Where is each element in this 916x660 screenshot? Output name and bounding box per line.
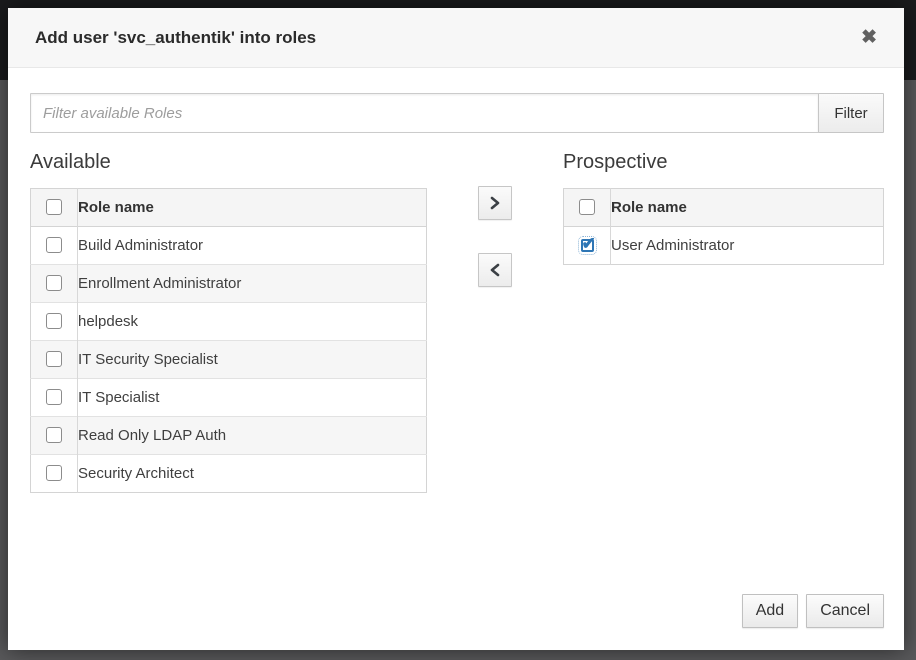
move-left-button[interactable] xyxy=(478,253,512,287)
role-checkbox-cell xyxy=(31,265,78,303)
available-roles-table: Role name Build AdministratorEnrollment … xyxy=(30,188,427,493)
role-checkbox[interactable] xyxy=(46,275,62,291)
prospective-heading: Prospective xyxy=(563,149,884,176)
role-row: User Administrator xyxy=(564,227,884,265)
role-checkbox[interactable] xyxy=(46,237,62,253)
table-header-row: Role name xyxy=(564,189,884,227)
close-icon[interactable]: ✖ xyxy=(861,28,877,47)
available-heading: Available xyxy=(30,149,427,176)
role-checkbox[interactable] xyxy=(46,465,62,481)
role-name: Build Administrator xyxy=(78,227,427,265)
role-name: Read Only LDAP Auth xyxy=(78,417,427,455)
dual-list-columns: Available Role name Build AdministratorE… xyxy=(30,149,884,493)
role-checkbox-cell xyxy=(31,303,78,341)
modal-footer: Add Cancel xyxy=(742,594,884,628)
role-name: IT Security Specialist xyxy=(78,341,427,379)
transfer-controls xyxy=(427,149,563,493)
role-name: IT Specialist xyxy=(78,379,427,417)
modal-title: Add user 'svc_authentik' into roles xyxy=(35,28,316,48)
select-all-checkbox[interactable] xyxy=(579,199,595,215)
cancel-button[interactable]: Cancel xyxy=(806,594,884,628)
role-checkbox-cell xyxy=(31,341,78,379)
modal-body: Filter Available Role name Build Adminis… xyxy=(8,68,904,650)
table-header-row: Role name xyxy=(31,189,427,227)
role-checkbox[interactable] xyxy=(46,351,62,367)
role-row: helpdesk xyxy=(31,303,427,341)
role-name: Enrollment Administrator xyxy=(78,265,427,303)
move-right-button[interactable] xyxy=(478,186,512,220)
role-row: IT Specialist xyxy=(31,379,427,417)
role-checkbox-cell xyxy=(31,417,78,455)
role-checkbox-cell xyxy=(564,227,611,265)
role-name: Security Architect xyxy=(78,455,427,493)
role-row: Read Only LDAP Auth xyxy=(31,417,427,455)
chevron-left-icon xyxy=(489,263,501,277)
header-checkbox-cell xyxy=(31,189,78,227)
role-name: User Administrator xyxy=(611,227,884,265)
role-checkbox[interactable] xyxy=(46,389,62,405)
add-roles-modal: Add user 'svc_authentik' into roles ✖ Fi… xyxy=(8,8,904,650)
role-checkbox-checked[interactable] xyxy=(581,239,594,252)
role-checkbox[interactable] xyxy=(46,313,62,329)
prospective-column: Prospective Role name User Administrator xyxy=(563,149,884,493)
role-name: helpdesk xyxy=(78,303,427,341)
filter-button[interactable]: Filter xyxy=(818,93,884,133)
role-checkbox-cell xyxy=(31,455,78,493)
prospective-roles-table: Role name User Administrator xyxy=(563,188,884,265)
header-checkbox-cell xyxy=(564,189,611,227)
add-button[interactable]: Add xyxy=(742,594,798,628)
role-row: IT Security Specialist xyxy=(31,341,427,379)
filter-row: Filter xyxy=(30,93,884,133)
role-checkbox[interactable] xyxy=(46,427,62,443)
select-all-checkbox[interactable] xyxy=(46,199,62,215)
role-checkbox-cell xyxy=(31,379,78,417)
role-name-column-header: Role name xyxy=(611,189,884,227)
role-row: Security Architect xyxy=(31,455,427,493)
role-row: Build Administrator xyxy=(31,227,427,265)
role-checkbox-cell xyxy=(31,227,78,265)
modal-header: Add user 'svc_authentik' into roles ✖ xyxy=(8,8,904,68)
role-row: Enrollment Administrator xyxy=(31,265,427,303)
role-name-column-header: Role name xyxy=(78,189,427,227)
available-column: Available Role name Build AdministratorE… xyxy=(30,149,427,493)
filter-input[interactable] xyxy=(30,93,819,133)
chevron-right-icon xyxy=(489,196,501,210)
